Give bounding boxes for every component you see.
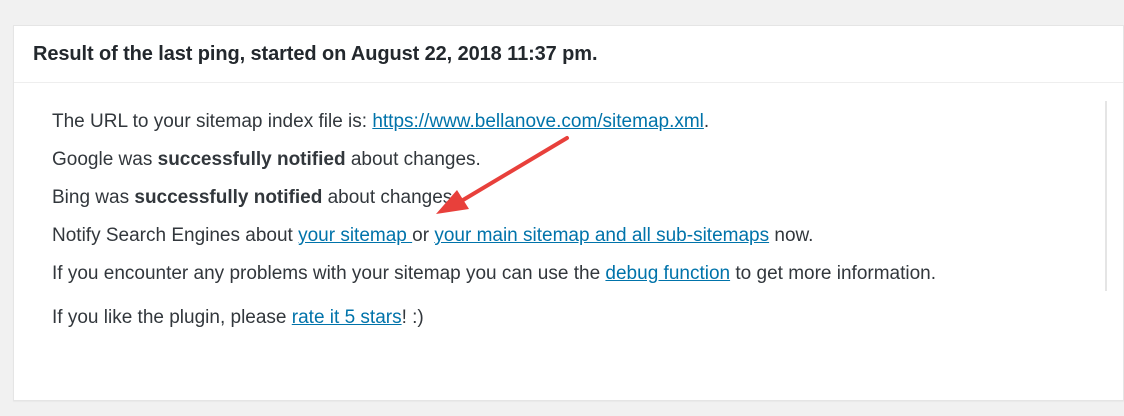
sitemap-url-line: The URL to your sitemap index file is: h… (52, 103, 1123, 141)
google-status-line: Google was successfully notified about c… (52, 141, 1123, 179)
sitemap-url-suffix: . (703, 111, 710, 132)
bing-status-line: Bing was successfully notified about cha… (52, 179, 1123, 217)
panel-body: The URL to your sitemap index file is: h… (14, 83, 1123, 337)
debug-function-link[interactable]: debug function (605, 263, 730, 284)
rate-line: If you like the plugin, please rate it 5… (52, 299, 1123, 337)
scroll-track (1105, 101, 1107, 291)
panel-title: Result of the last ping, started on Augu… (14, 26, 1123, 83)
notify-all-sitemaps-link[interactable]: your main sitemap and all sub-sitemaps (434, 225, 769, 246)
notify-middle: or (412, 225, 435, 246)
debug-suffix: to get more information. (730, 263, 937, 284)
google-status-bold: successfully notified (157, 149, 346, 170)
notify-suffix: now. (769, 225, 814, 246)
bing-status-prefix: Bing was (52, 187, 135, 208)
google-status-prefix: Google was (52, 149, 158, 170)
ping-result-panel: Result of the last ping, started on Augu… (13, 25, 1124, 401)
rate-suffix: ! :) (401, 307, 424, 328)
google-status-suffix: about changes. (345, 149, 481, 170)
notify-line: Notify Search Engines about your sitemap… (52, 217, 1123, 255)
debug-prefix: If you encounter any problems with your … (52, 263, 606, 284)
notify-your-sitemap-link[interactable]: your sitemap (298, 225, 412, 246)
sitemap-url-prefix: The URL to your sitemap index file is: (52, 111, 373, 132)
debug-line: If you encounter any problems with your … (52, 255, 1123, 293)
rate-prefix: If you like the plugin, please (52, 307, 292, 328)
bing-status-suffix: about changes. (322, 187, 458, 208)
notify-prefix: Notify Search Engines about (52, 225, 299, 246)
bing-status-bold: successfully notified (134, 187, 323, 208)
sitemap-url-link[interactable]: https://www.bellanove.com/sitemap.xml (372, 111, 704, 132)
rate-stars-link[interactable]: rate it 5 stars (292, 307, 402, 328)
